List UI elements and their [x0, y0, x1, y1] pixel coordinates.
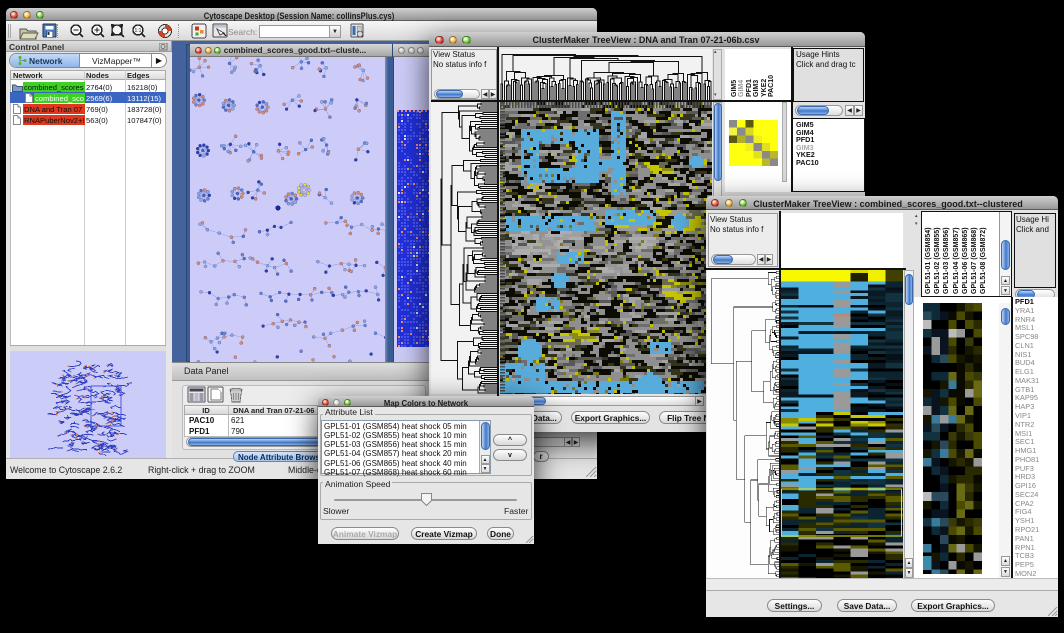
svg-text:1:1: 1:1	[135, 28, 142, 34]
